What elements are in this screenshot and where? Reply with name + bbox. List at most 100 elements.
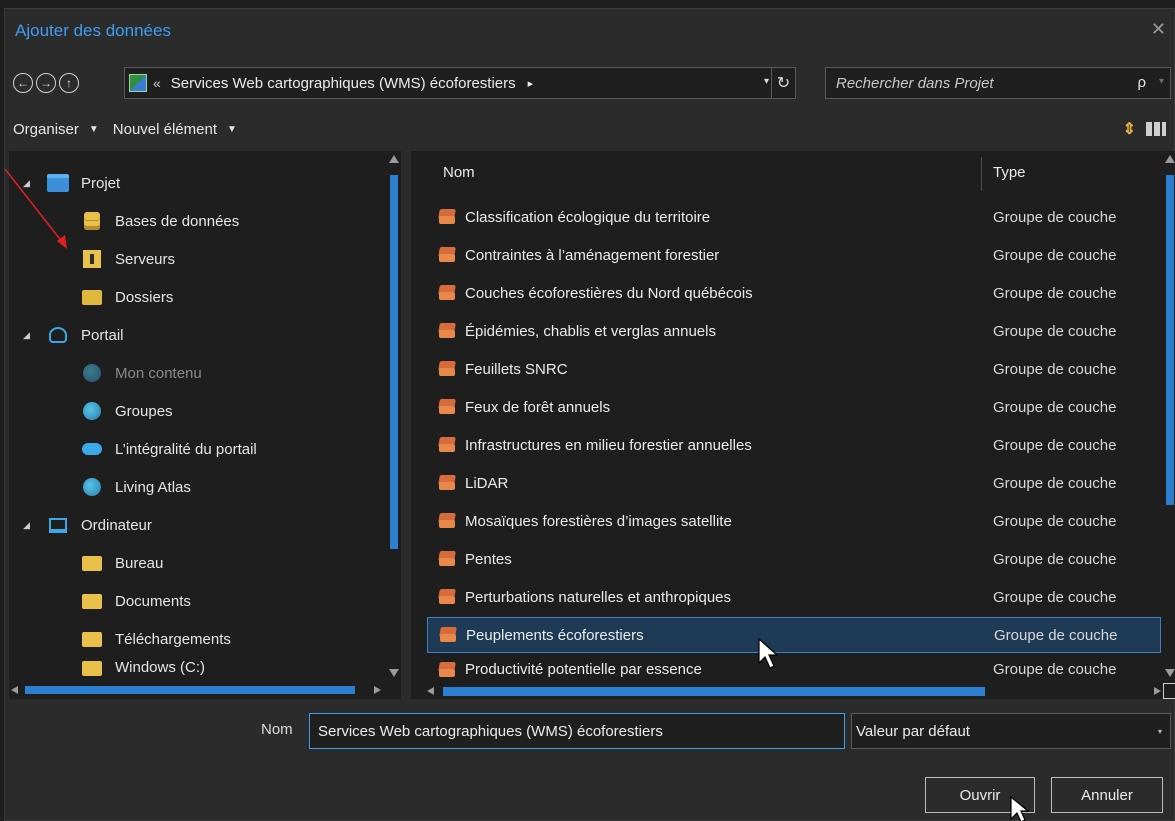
list-item[interactable]: LiDAR Groupe de couche [427,465,1161,501]
tree-item-all-portal[interactable]: L’intégralité du portail [81,431,257,467]
organise-menu[interactable]: Organiser ▼ [13,121,99,138]
layer-group-icon [437,398,457,416]
search-dropdown-icon[interactable]: ▾ [1159,76,1164,87]
list-horizontal-scrollbar[interactable] [411,683,1163,699]
breadcrumb-arrow-icon[interactable]: ▸ [528,77,534,90]
name-field-box[interactable] [309,713,845,749]
new-item-menu[interactable]: Nouvel élément ▼ [113,121,237,138]
column-separator[interactable] [981,157,982,191]
item-name: LiDAR [465,474,509,492]
close-icon[interactable]: ✕ [1151,19,1166,40]
view-options: ⇕ [1123,119,1166,139]
tree-item-computer[interactable]: ◢ Ordinateur [23,507,152,543]
refresh-icon[interactable]: ↻ [771,68,795,98]
column-header-type[interactable]: Type [993,151,1026,193]
my-content-icon [81,364,103,382]
list-item[interactable]: Classification écologique du territoire … [427,199,1161,235]
computer-icon [47,516,69,534]
tree-item-windows-drive[interactable]: Windows (C:) [81,659,205,679]
layer-group-icon [437,284,457,302]
scroll-right-icon[interactable] [1154,687,1161,695]
pane-splitter[interactable] [401,151,411,699]
layer-group-icon [437,436,457,454]
expand-toggle-icon[interactable]: ◢ [23,520,37,531]
organise-label: Organiser [13,120,79,138]
search-box[interactable]: ρ ▾ [825,67,1171,99]
item-type: Groupe de couche [993,246,1117,264]
sort-icon[interactable]: ⇕ [1123,119,1136,139]
scroll-right-icon[interactable] [374,686,381,694]
list-item-selected[interactable]: Peuplements écoforestiers Groupe de couc… [427,617,1161,653]
chevron-down-icon[interactable]: ▾ [1158,727,1162,736]
layer-group-icon [437,512,457,530]
back-arrow-icon[interactable]: ← [13,73,33,93]
forward-arrow-icon[interactable]: → [36,73,56,93]
scrollbar-thumb[interactable] [390,175,398,549]
column-header-name[interactable]: Nom [443,151,475,193]
tree-item-servers[interactable]: Serveurs [81,241,175,277]
filter-select[interactable]: Valeur par défaut ▾ [851,713,1171,749]
item-type: Groupe de couche [993,284,1117,302]
list-item[interactable]: Feuillets SNRC Groupe de couche [427,351,1161,387]
item-name: Couches écoforestières du Nord québécois [465,284,753,302]
expand-toggle-icon[interactable]: ◢ [23,330,37,341]
tree-item-my-content[interactable]: Mon contenu [81,355,202,391]
item-type: Groupe de couche [993,360,1117,378]
navigation-bar: ← → ↑ « Services Web cartographiques (WM… [13,67,1171,99]
tree-item-documents[interactable]: Documents [81,583,191,619]
tree-item-living-atlas[interactable]: Living Atlas [81,469,191,505]
tree-item-databases[interactable]: Bases de données [81,203,239,239]
scrollbar-thumb[interactable] [443,687,985,696]
item-name: Classification écologique du territoire [465,208,711,226]
name-field[interactable] [318,722,844,740]
list-item[interactable]: Mosaïques forestières d’images satellite… [427,503,1161,539]
list-item[interactable]: Épidémies, chablis et verglas annuels Gr… [427,313,1161,349]
scroll-left-icon[interactable] [11,686,18,694]
list-vertical-scrollbar[interactable] [1163,151,1175,681]
item-name: Feuillets SNRC [465,360,568,378]
tree-item-label: Bureau [115,554,164,572]
tree-item-label: Mon contenu [115,364,202,382]
tree-item-groups[interactable]: Groupes [81,393,173,429]
list-item[interactable]: Pentes Groupe de couche [427,541,1161,577]
path-dropdown-icon[interactable]: ▾ [764,76,769,87]
search-icon[interactable]: ρ [1137,74,1146,91]
tree-item-desktop[interactable]: Bureau [81,545,163,581]
list-item[interactable]: Infrastructures en milieu forestier annu… [427,427,1161,463]
tree-vertical-scrollbar[interactable] [387,151,401,681]
search-input[interactable] [836,74,1126,92]
tree-item-label: L’intégralité du portail [115,440,257,458]
breadcrumb-current[interactable]: Services Web cartographiques (WMS) écofo… [171,75,516,92]
item-type: Groupe de couche [993,436,1117,454]
list-item[interactable]: Feux de forêt annuels Groupe de couche [427,389,1161,425]
scroll-up-icon[interactable] [1165,155,1175,163]
groups-icon [81,402,103,420]
tree-item-folders[interactable]: Dossiers [81,279,173,315]
scroll-up-icon[interactable] [389,155,399,163]
list-item[interactable]: Productivité potentielle par essence Gro… [427,655,1161,679]
item-name: Contraintes à l’aménagement forestier [465,246,720,264]
cloud-icon [81,440,103,458]
list-item[interactable]: Couches écoforestières du Nord québécois… [427,275,1161,311]
tree-item-portal[interactable]: ◢ Portail [23,317,124,353]
tree-horizontal-scrollbar[interactable] [9,681,383,699]
mouse-cursor-icon [1010,795,1030,821]
breadcrumb[interactable]: « Services Web cartographiques (WMS) éco… [124,67,796,99]
item-type: Groupe de couche [993,550,1117,568]
details-view-icon[interactable] [1146,122,1166,136]
scrollbar-thumb[interactable] [1166,175,1174,505]
tree-item-label: Projet [81,174,121,192]
scrollbar-thumb[interactable] [25,686,355,694]
scroll-down-icon[interactable] [389,669,399,677]
layer-group-icon [437,588,457,606]
path-overflow-icon[interactable]: « [153,75,161,91]
scroll-down-icon[interactable] [1165,669,1175,677]
list-item[interactable]: Perturbations naturelles et anthropiques… [427,579,1161,615]
cancel-button[interactable]: Annuler [1051,777,1163,813]
list-item[interactable]: Contraintes à l’aménagement forestier Gr… [427,237,1161,273]
up-arrow-icon[interactable]: ↑ [59,73,79,93]
tree-item-downloads[interactable]: Téléchargements [81,621,231,657]
scroll-left-icon[interactable] [427,687,434,695]
column-type-label: Type [993,163,1026,181]
filter-value: Valeur par défaut [856,722,970,740]
